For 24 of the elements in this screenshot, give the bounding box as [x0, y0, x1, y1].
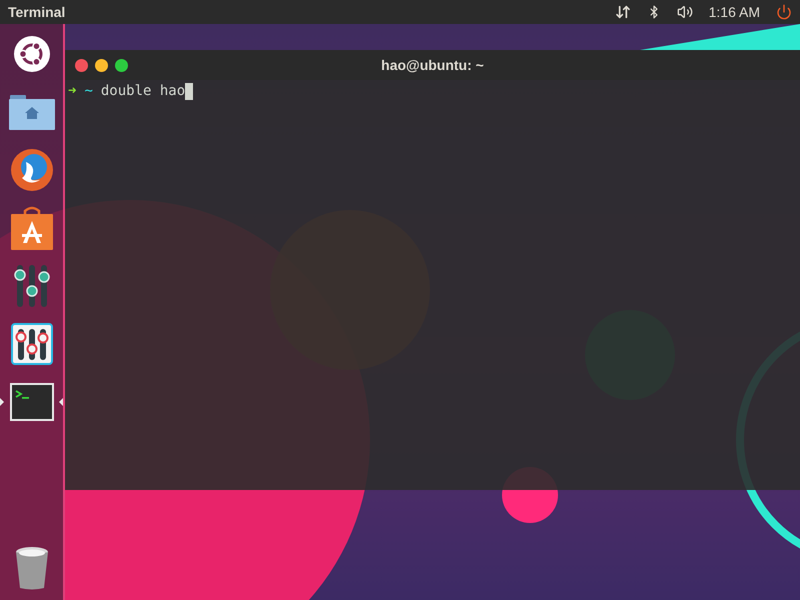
trash-icon [14, 546, 50, 590]
app-title: Terminal [8, 3, 66, 22]
power-icon[interactable] [776, 4, 792, 20]
ubuntu-logo-icon [12, 35, 50, 73]
terminal-icon [10, 383, 54, 421]
volume-icon[interactable] [676, 4, 693, 20]
launcher-item[interactable] [0, 380, 63, 424]
home-folder-icon [8, 93, 56, 131]
window-title: hao@ubuntu: ~ [381, 56, 484, 75]
prompt-arrow: ➜ [68, 82, 76, 101]
shopping-bag-icon [10, 205, 54, 251]
launcher-item[interactable] [14, 544, 50, 592]
text-cursor [185, 83, 194, 100]
running-indicator-icon [0, 398, 4, 406]
minimize-button[interactable] [95, 58, 108, 72]
current-directory: ~ [84, 82, 93, 101]
network-icon[interactable] [614, 4, 631, 20]
close-button[interactable] [75, 58, 88, 72]
browser-globe-icon [10, 148, 54, 192]
maximize-button[interactable] [115, 58, 128, 72]
equalizer-settings-icon [10, 323, 52, 365]
command-text: double hao [100, 82, 186, 101]
sliders-icon [14, 263, 50, 309]
clock[interactable]: 1:16 AM [708, 2, 760, 22]
